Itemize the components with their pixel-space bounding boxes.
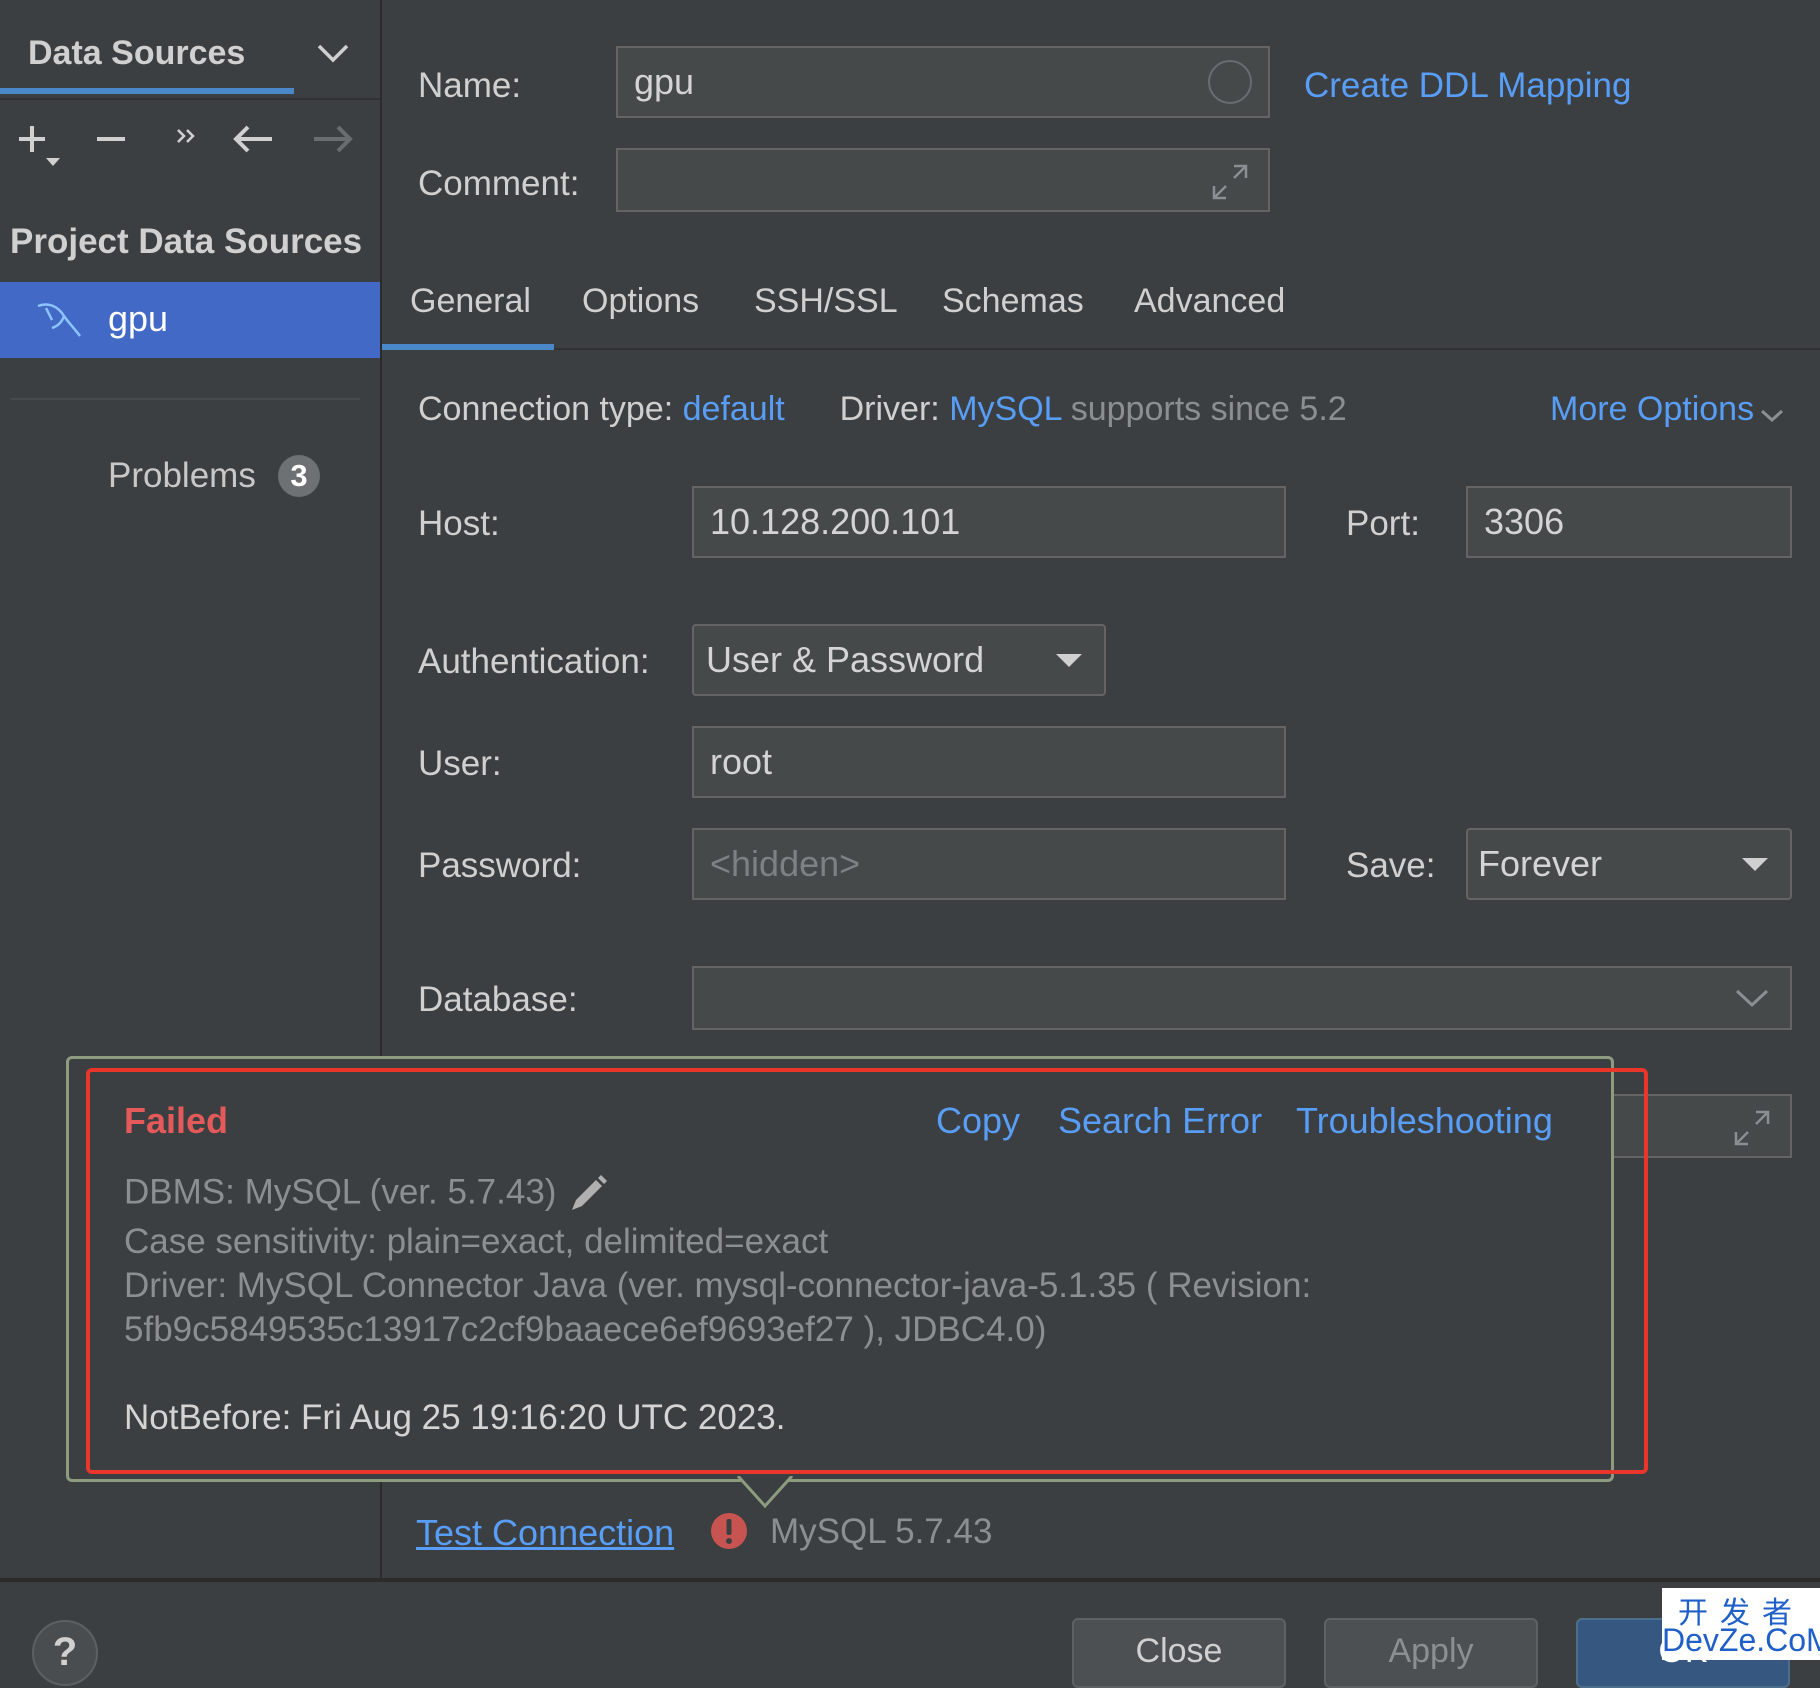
chevron-down-icon — [1759, 407, 1785, 425]
driver-line-2: 5fb9c5849535c13917c2cf9baaece6ef9693ef27… — [124, 1310, 1047, 1349]
tab-schemas[interactable]: Schemas — [942, 282, 1084, 321]
save-value: Forever — [1478, 843, 1603, 884]
problems-count-badge: 3 — [278, 455, 320, 497]
apply-button[interactable]: Apply — [1324, 1618, 1538, 1688]
chevron-down-icon — [1734, 987, 1770, 1009]
dropdown-arrow-icon — [1740, 855, 1770, 873]
error-icon[interactable] — [710, 1512, 748, 1550]
troubleshooting-link[interactable]: Troubleshooting — [1296, 1100, 1553, 1142]
server-version: MySQL 5.7.43 — [770, 1512, 993, 1551]
sidebar-title-underline — [0, 88, 294, 94]
port-label: Port: — [1346, 504, 1420, 543]
host-field[interactable]: 10.128.200.101 — [692, 486, 1286, 558]
name-label: Name: — [418, 66, 522, 105]
name-value: gpu — [634, 61, 695, 102]
tab-ssh-ssl[interactable]: SSH/SSL — [754, 282, 898, 321]
comment-label: Comment: — [418, 164, 580, 203]
tab-options[interactable]: Options — [582, 282, 699, 321]
comment-field[interactable] — [616, 148, 1270, 212]
port-field[interactable]: 3306 — [1466, 486, 1792, 558]
color-circle-icon[interactable] — [1208, 60, 1252, 104]
add-icon[interactable] — [14, 122, 62, 172]
password-field[interactable]: <hidden> — [692, 828, 1286, 900]
user-label: User: — [418, 744, 502, 783]
status-failed: Failed — [124, 1100, 229, 1141]
driver-note: supports since 5.2 — [1070, 390, 1347, 428]
name-field[interactable]: gpu — [616, 46, 1270, 118]
port-value: 3306 — [1484, 501, 1565, 542]
driver-link[interactable]: MySQL — [949, 390, 1061, 428]
connection-info-row: Connection type: default Driver: MySQL s… — [418, 390, 1347, 429]
connection-type-label: Connection type: — [418, 390, 674, 428]
user-field[interactable]: root — [692, 726, 1286, 798]
authentication-value: User & Password — [706, 639, 985, 680]
connection-type-link[interactable]: default — [683, 390, 785, 428]
close-button[interactable]: Close — [1072, 1618, 1286, 1688]
notbefore-line: NotBefore: Fri Aug 25 19:16:20 UTC 2023. — [124, 1398, 786, 1437]
tab-general[interactable]: General — [410, 282, 531, 321]
tab-advanced[interactable]: Advanced — [1134, 282, 1285, 321]
forward-arrow-icon[interactable] — [310, 122, 356, 156]
remove-icon[interactable] — [94, 122, 128, 156]
more-options-label: More Options — [1550, 390, 1755, 428]
divider — [10, 398, 360, 400]
copy-link[interactable]: Copy — [936, 1100, 1020, 1142]
active-tab-indicator — [382, 344, 554, 350]
dbms-text: DBMS: MySQL (ver. 5.7.43) — [124, 1172, 557, 1212]
password-label: Password: — [418, 846, 582, 885]
host-value: 10.128.200.101 — [710, 501, 961, 542]
problems-label[interactable]: Problems — [108, 456, 256, 496]
more-options-link[interactable]: More Options — [1550, 390, 1785, 429]
user-value: root — [710, 741, 773, 782]
database-select[interactable] — [692, 966, 1792, 1030]
pencil-icon[interactable] — [566, 1172, 610, 1216]
sidebar-item-label: gpu — [108, 298, 169, 339]
sidebar-title[interactable]: Data Sources — [28, 34, 245, 73]
sidebar-item-gpu[interactable]: gpu — [0, 282, 380, 358]
tabs-divider — [382, 348, 1820, 350]
dbms-line: DBMS: MySQL (ver. 5.7.43) — [124, 1172, 610, 1216]
driver-label: Driver: — [839, 390, 940, 428]
watermark-bottom-text: DevZe.CoM — [1662, 1622, 1820, 1658]
dropdown-arrow-icon — [1054, 651, 1084, 669]
popup-tail — [736, 1476, 794, 1510]
database-label: Database: — [418, 980, 578, 1019]
save-label: Save: — [1346, 846, 1436, 885]
more-icon[interactable] — [172, 122, 202, 152]
host-label: Host: — [418, 504, 500, 543]
search-error-link[interactable]: Search Error — [1058, 1100, 1262, 1142]
expand-icon[interactable] — [1210, 162, 1250, 202]
watermark-logo: 开发者 DevZe.CoM — [1662, 1588, 1820, 1660]
test-connection-link[interactable]: Test Connection — [416, 1512, 674, 1554]
password-placeholder: <hidden> — [710, 843, 861, 884]
divider — [0, 98, 380, 100]
divider — [0, 1578, 1820, 1582]
mysql-dolphin-icon — [34, 300, 84, 342]
section-title: Project Data Sources — [10, 222, 363, 261]
authentication-select[interactable]: User & Password — [692, 624, 1106, 696]
create-ddl-mapping-link[interactable]: Create DDL Mapping — [1304, 66, 1631, 106]
save-select[interactable]: Forever — [1466, 828, 1792, 900]
authentication-label: Authentication: — [418, 642, 650, 681]
help-button[interactable]: ? — [32, 1620, 98, 1686]
driver-line-1: Driver: MySQL Connector Java (ver. mysql… — [124, 1266, 1312, 1305]
chevron-down-icon[interactable] — [316, 42, 350, 64]
case-sensitivity-line: Case sensitivity: plain=exact, delimited… — [124, 1222, 829, 1261]
back-arrow-icon[interactable] — [230, 122, 276, 156]
expand-icon[interactable] — [1732, 1108, 1772, 1148]
